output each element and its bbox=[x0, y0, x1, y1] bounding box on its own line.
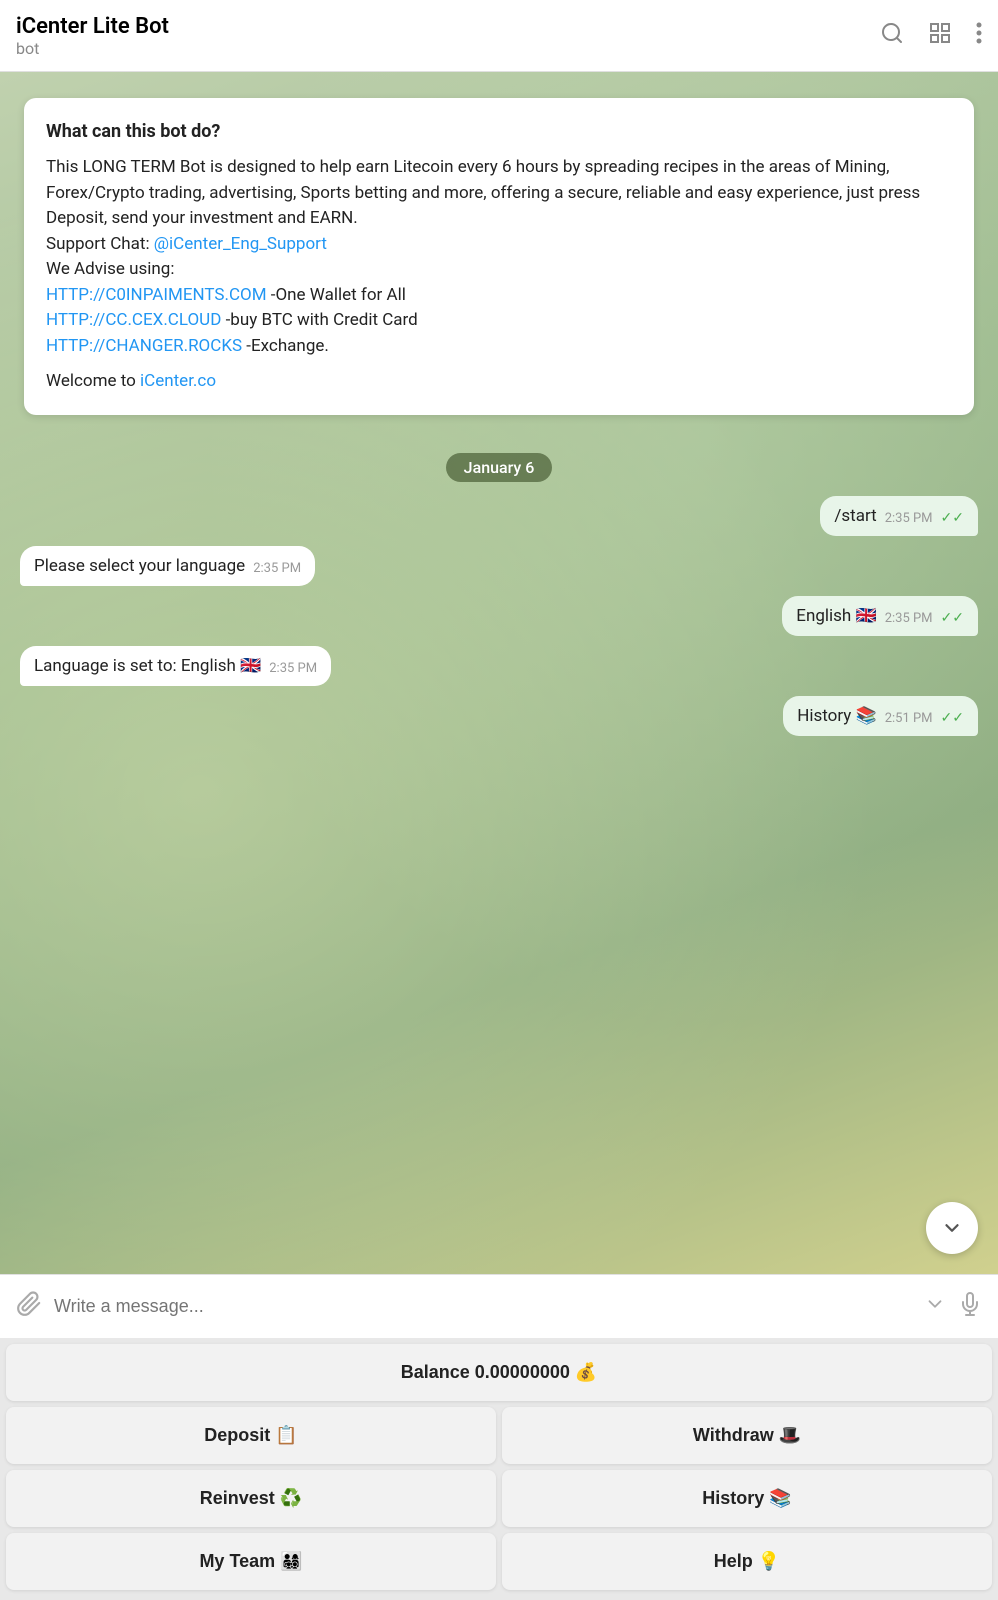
support-link[interactable]: @iCenter_Eng_Support bbox=[154, 234, 327, 254]
reinvest-button[interactable]: Reinvest ♻️ bbox=[6, 1470, 496, 1527]
history-button[interactable]: History 📚 bbox=[502, 1470, 992, 1527]
bot-card-link1-line: HTTP://C0INPAIMENTS.COM -One Wallet for … bbox=[46, 283, 952, 309]
message-bubble: History 📚 2:51 PM ✓✓ bbox=[783, 696, 978, 736]
message-ticks: ✓✓ bbox=[941, 710, 964, 726]
message-text: History 📚 bbox=[797, 706, 876, 726]
bot-card-link3-line: HTTP://CHANGER.ROCKS -Exchange. bbox=[46, 334, 952, 360]
grid-icon[interactable] bbox=[928, 21, 952, 51]
message-time: 2:35 PM bbox=[885, 511, 933, 526]
date-badge: January 6 bbox=[16, 453, 982, 482]
header-info: iCenter Lite Bot bot bbox=[16, 14, 880, 58]
message-input-bar bbox=[0, 1274, 998, 1338]
bot-keyboard: Balance 0.00000000 💰 Deposit 📋Withdraw 🎩… bbox=[0, 1338, 998, 1600]
message-bubble: Language is set to: English 🇬🇧 2:35 PM bbox=[20, 646, 331, 686]
mic-icon[interactable] bbox=[958, 1292, 982, 1322]
emoji-chevron-icon[interactable] bbox=[924, 1293, 946, 1320]
message-time: 2:35 PM bbox=[885, 611, 933, 626]
message-row: History 📚 2:51 PM ✓✓ bbox=[20, 696, 978, 736]
help-button[interactable]: Help 💡 bbox=[502, 1533, 992, 1590]
message-row: Language is set to: English 🇬🇧 2:35 PM bbox=[20, 646, 978, 686]
message-text: Please select your language bbox=[34, 556, 245, 576]
icenter-link[interactable]: iCenter.co bbox=[140, 371, 216, 391]
date-label: January 6 bbox=[446, 453, 553, 482]
bot-type: bot bbox=[16, 39, 880, 58]
keyboard-row-2: Reinvest ♻️History 📚 bbox=[6, 1470, 992, 1527]
withdraw-button[interactable]: Withdraw 🎩 bbox=[502, 1407, 992, 1464]
message-text: Language is set to: English 🇬🇧 bbox=[34, 656, 261, 676]
attach-icon[interactable] bbox=[16, 1291, 42, 1323]
message-bubble: /start 2:35 PM ✓✓ bbox=[820, 496, 978, 536]
message-time: 2:35 PM bbox=[253, 561, 301, 576]
search-icon[interactable] bbox=[880, 21, 904, 51]
bot-name: iCenter Lite Bot bbox=[16, 14, 880, 39]
deposit-button[interactable]: Deposit 📋 bbox=[6, 1407, 496, 1464]
cex-link[interactable]: HTTP://CC.CEX.CLOUD bbox=[46, 310, 221, 330]
message-row: /start 2:35 PM ✓✓ bbox=[20, 496, 978, 536]
messages-list: /start 2:35 PM ✓✓ Please select your langua… bbox=[16, 496, 982, 736]
message-text: English 🇬🇧 bbox=[796, 606, 876, 626]
message-ticks: ✓✓ bbox=[941, 610, 964, 626]
bot-card-title: What can this bot do? bbox=[46, 118, 952, 145]
bot-card-advise: We Advise using: bbox=[46, 257, 952, 283]
message-time: 2:35 PM bbox=[269, 661, 317, 676]
header-actions bbox=[880, 21, 982, 51]
message-input[interactable] bbox=[54, 1296, 912, 1317]
message-time: 2:51 PM bbox=[885, 711, 933, 726]
scroll-down-button[interactable] bbox=[926, 1202, 978, 1254]
header: iCenter Lite Bot bot bbox=[0, 0, 998, 72]
changer-link[interactable]: HTTP://CHANGER.ROCKS bbox=[46, 336, 242, 356]
bot-card-description: This LONG TERM Bot is designed to help e… bbox=[46, 155, 952, 232]
message-row: Please select your language 2:35 PM bbox=[20, 546, 978, 586]
bot-card-link2-line: HTTP://CC.CEX.CLOUD -buy BTC with Credit… bbox=[46, 308, 952, 334]
message-text: /start bbox=[834, 506, 876, 526]
message-bubble: English 🇬🇧 2:35 PM ✓✓ bbox=[782, 596, 978, 636]
message-bubble: Please select your language 2:35 PM bbox=[20, 546, 315, 586]
bot-card-support: Support Chat: @iCenter_Eng_Support bbox=[46, 232, 952, 258]
keyboard-row-1: Deposit 📋Withdraw 🎩 bbox=[6, 1407, 992, 1464]
message-row: English 🇬🇧 2:35 PM ✓✓ bbox=[20, 596, 978, 636]
coinpayments-link[interactable]: HTTP://C0INPAIMENTS.COM bbox=[46, 285, 267, 305]
keyboard-row-3: My Team 👨‍👩‍👧‍👦Help 💡 bbox=[6, 1533, 992, 1590]
chat-content: What can this bot do? This LONG TERM Bot… bbox=[0, 72, 998, 752]
message-ticks: ✓✓ bbox=[941, 510, 964, 526]
more-icon[interactable] bbox=[976, 21, 982, 51]
my-team-button[interactable]: My Team 👨‍👩‍👧‍👦 bbox=[6, 1533, 496, 1590]
bot-info-card: What can this bot do? This LONG TERM Bot… bbox=[24, 98, 974, 415]
bot-card-welcome: Welcome to iCenter.co bbox=[46, 369, 952, 395]
balance-button[interactable]: Balance 0.00000000 💰 bbox=[6, 1344, 992, 1401]
chat-area: What can this bot do? This LONG TERM Bot… bbox=[0, 72, 998, 1274]
